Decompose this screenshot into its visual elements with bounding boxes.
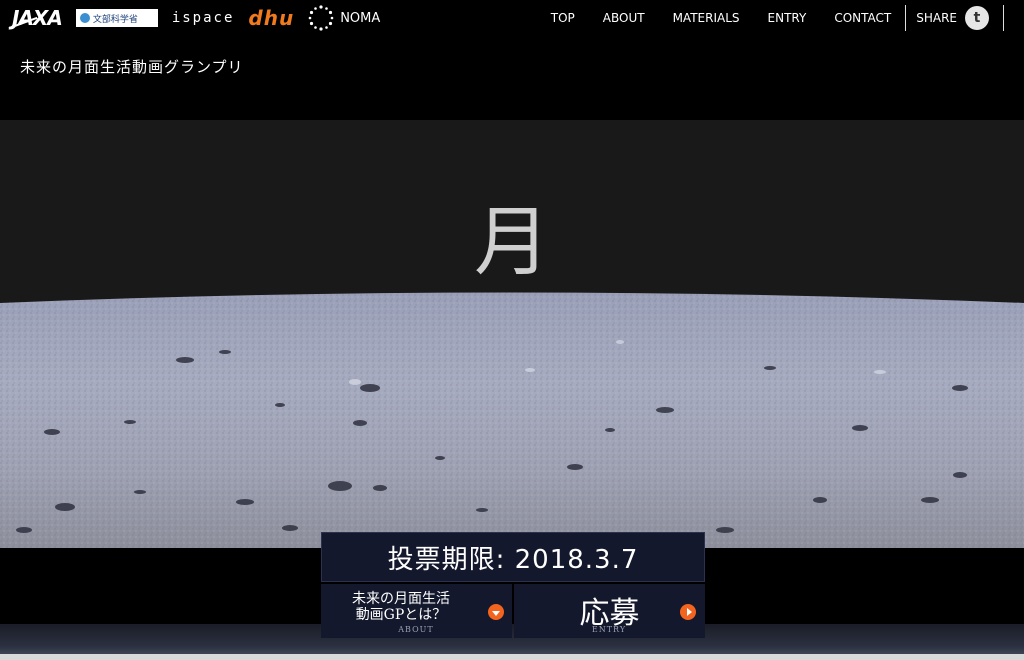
chevron-right-icon xyxy=(680,604,696,620)
mext-logo[interactable]: 文部科学省 xyxy=(75,9,158,27)
jaxa-logo[interactable]: JAXA xyxy=(12,6,63,30)
noma-ring-icon xyxy=(308,5,334,31)
nav-top[interactable]: TOP xyxy=(551,11,575,25)
share-label: SHARE xyxy=(916,11,957,25)
entry-button[interactable]: 応募 ENTRY xyxy=(514,584,705,638)
mext-emblem-icon xyxy=(79,13,90,23)
nav-about[interactable]: ABOUT xyxy=(603,11,645,25)
nav-materials[interactable]: MATERIALS xyxy=(673,11,740,25)
about-gp-label-line2: 動画GPとは？ xyxy=(355,607,447,623)
main-nav: TOP ABOUT MATERIALS ENTRY CONTACT SHARE … xyxy=(537,5,1004,31)
nav-contact[interactable]: CONTACT xyxy=(834,11,891,25)
about-gp-label-line1: 未来の月面生活 xyxy=(352,591,450,607)
voting-deadline: 投票期限: 2018.3.7 xyxy=(321,532,705,582)
site-title: 未来の月面生活動画グランプリ xyxy=(20,58,244,76)
moon-surface-image xyxy=(0,292,1024,550)
noma-logo[interactable]: NOMA xyxy=(308,5,380,31)
twitter-icon[interactable]: t xyxy=(965,6,989,30)
entry-sublabel: ENTRY xyxy=(591,625,627,634)
about-gp-sublabel: ABOUT xyxy=(398,625,434,634)
about-gp-button[interactable]: 未来の月面生活 動画GPとは？ ABOUT xyxy=(321,584,512,638)
site-header: JAXA 文部科学省 ispace dhu NOMA 未来の月面生活動画グランプ… xyxy=(0,0,1024,120)
mext-logo-text: 文部科学省 xyxy=(92,14,138,25)
about-gp-label: 未来の月面生活 動画GPとは？ xyxy=(321,591,481,623)
dhu-logo[interactable]: dhu xyxy=(248,6,294,30)
page-bottom-edge xyxy=(0,654,1024,660)
nav-divider-right xyxy=(1003,5,1004,31)
ispace-logo[interactable]: ispace xyxy=(172,10,235,26)
noma-logo-text: NOMA xyxy=(340,10,381,26)
partner-logos: JAXA 文部科学省 ispace dhu NOMA xyxy=(12,4,380,32)
cta-panel: 投票期限: 2018.3.7 未来の月面生活 動画GPとは？ ABOUT 応募 … xyxy=(321,532,705,638)
nav-entry[interactable]: ENTRY xyxy=(768,11,807,25)
hero-section: 月 xyxy=(0,120,1024,550)
share-button[interactable]: SHARE t xyxy=(906,6,1003,30)
chevron-down-icon xyxy=(488,604,504,620)
